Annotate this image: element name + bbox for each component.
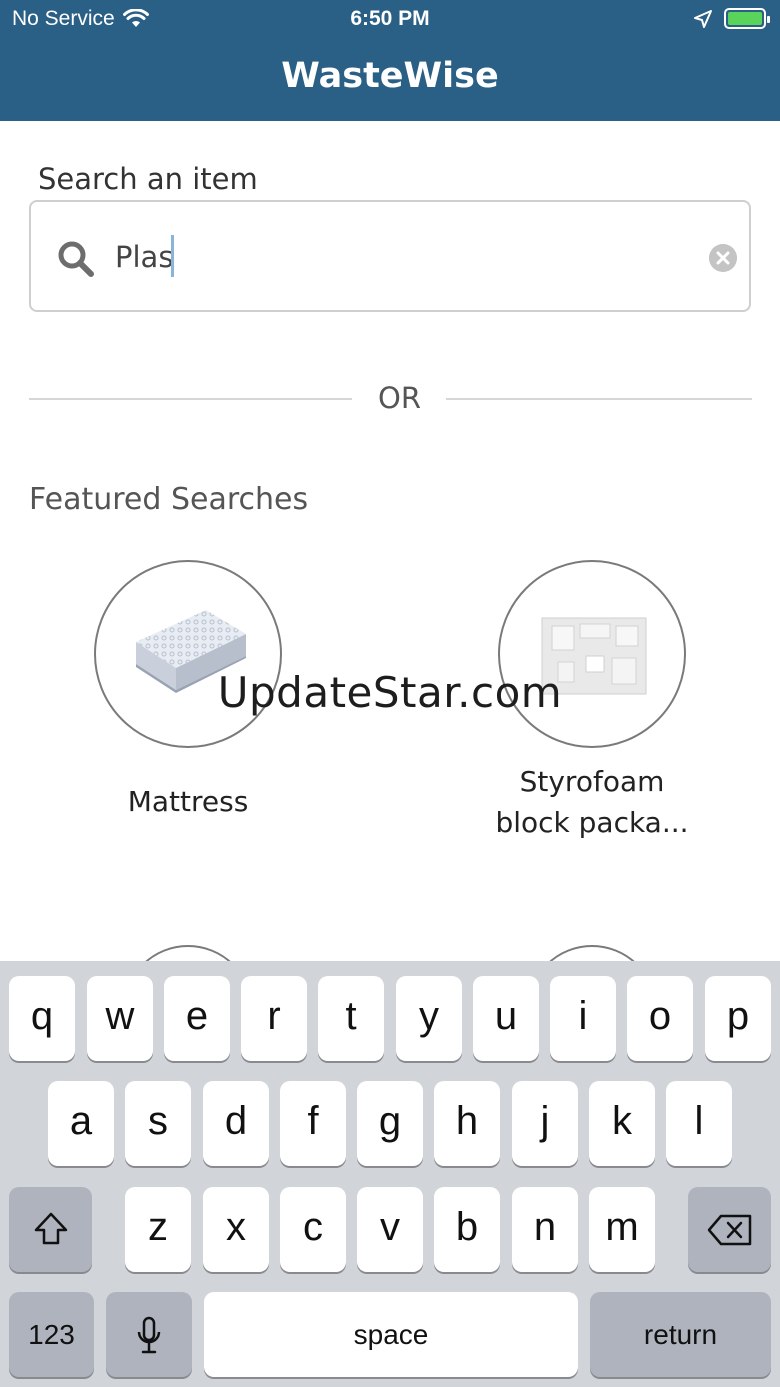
key-s[interactable]: s xyxy=(125,1081,191,1166)
search-box[interactable] xyxy=(29,200,751,312)
divider-or-text: OR xyxy=(378,381,421,415)
key-r[interactable]: r xyxy=(241,976,307,1061)
key-c[interactable]: c xyxy=(280,1187,346,1272)
key-t[interactable]: t xyxy=(318,976,384,1061)
watermark-text: UpdateStar.com xyxy=(217,668,563,717)
featured-searches-title: Featured Searches xyxy=(29,482,309,517)
shift-icon xyxy=(34,1212,67,1245)
key-q[interactable]: q xyxy=(9,976,75,1061)
app-header: No Service 6:50 PM WasteWise xyxy=(0,0,780,121)
divider-line-right xyxy=(446,398,752,400)
key-l[interactable]: l xyxy=(666,1081,732,1166)
backspace-key[interactable] xyxy=(688,1187,771,1272)
key-n[interactable]: n xyxy=(512,1187,578,1272)
key-w[interactable]: w xyxy=(87,976,153,1061)
key-u[interactable]: u xyxy=(473,976,539,1061)
search-input[interactable] xyxy=(115,232,695,282)
dictation-key[interactable] xyxy=(106,1292,192,1377)
microphone-icon xyxy=(137,1316,161,1354)
key-v[interactable]: v xyxy=(357,1187,423,1272)
text-caret xyxy=(171,235,174,277)
key-y[interactable]: y xyxy=(396,976,462,1061)
shift-key[interactable] xyxy=(9,1187,92,1272)
numbers-key[interactable]: 123 xyxy=(9,1292,94,1377)
backspace-icon xyxy=(707,1214,751,1246)
status-right xyxy=(694,8,770,29)
on-screen-keyboard: q w e r t y u i o p a s d f g h j k l z … xyxy=(0,961,780,1387)
key-k[interactable]: k xyxy=(589,1081,655,1166)
status-bar: No Service 6:50 PM xyxy=(0,0,780,40)
label-line-2: block packa... xyxy=(495,806,689,839)
clear-icon[interactable] xyxy=(709,244,737,272)
search-icon xyxy=(58,241,94,277)
key-h[interactable]: h xyxy=(434,1081,500,1166)
space-key[interactable]: space xyxy=(204,1292,578,1377)
featured-item-label: Styrofoam block packa... xyxy=(462,761,722,843)
key-j[interactable]: j xyxy=(512,1081,578,1166)
key-x[interactable]: x xyxy=(203,1187,269,1272)
styrofoam-image xyxy=(498,560,686,748)
key-f[interactable]: f xyxy=(280,1081,346,1166)
return-key[interactable]: return xyxy=(590,1292,771,1377)
search-label: Search an item xyxy=(38,162,258,196)
key-p[interactable]: p xyxy=(705,976,771,1061)
key-d[interactable]: d xyxy=(203,1081,269,1166)
key-e[interactable]: e xyxy=(164,976,230,1061)
app-title: WasteWise xyxy=(281,56,499,96)
status-time: 6:50 PM xyxy=(350,7,430,30)
mattress-image xyxy=(94,560,282,748)
key-b[interactable]: b xyxy=(434,1187,500,1272)
battery-icon xyxy=(724,8,770,29)
featured-item-label: Mattress xyxy=(127,785,249,818)
key-o[interactable]: o xyxy=(627,976,693,1061)
label-line-1: Styrofoam xyxy=(519,765,665,798)
key-i[interactable]: i xyxy=(550,976,616,1061)
divider-line-left xyxy=(29,398,352,400)
key-z[interactable]: z xyxy=(125,1187,191,1272)
key-a[interactable]: a xyxy=(48,1081,114,1166)
key-m[interactable]: m xyxy=(589,1187,655,1272)
location-arrow-icon xyxy=(694,9,712,28)
key-g[interactable]: g xyxy=(357,1081,423,1166)
